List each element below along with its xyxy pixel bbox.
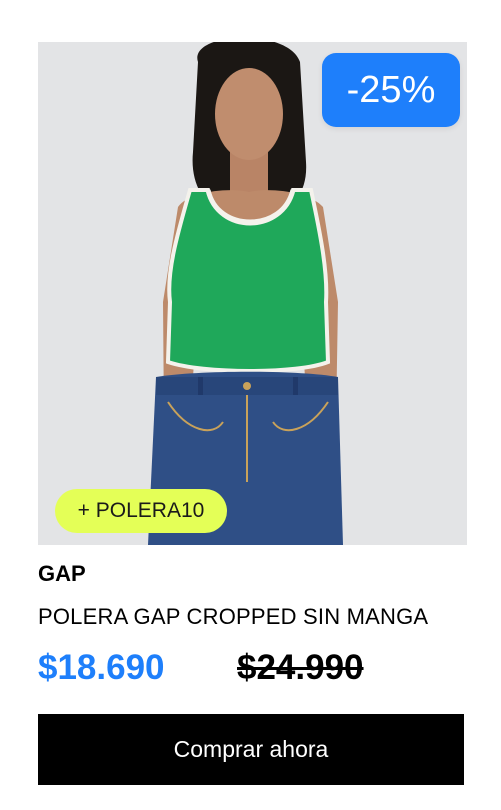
- discount-badge: -25%: [322, 53, 460, 127]
- product-brand: GAP: [38, 561, 86, 586]
- original-price: $24.990: [237, 648, 364, 687]
- current-price: $18.690: [38, 648, 165, 687]
- buy-now-button[interactable]: Comprar ahora: [38, 714, 464, 785]
- promo-code-tag: + POLERA10: [55, 489, 227, 533]
- product-title[interactable]: POLERA GAP CROPPED SIN MANGA: [38, 604, 428, 630]
- product-card[interactable]: -25% + POLERA10 GAP POLERA GAP CROPPED S…: [0, 0, 501, 810]
